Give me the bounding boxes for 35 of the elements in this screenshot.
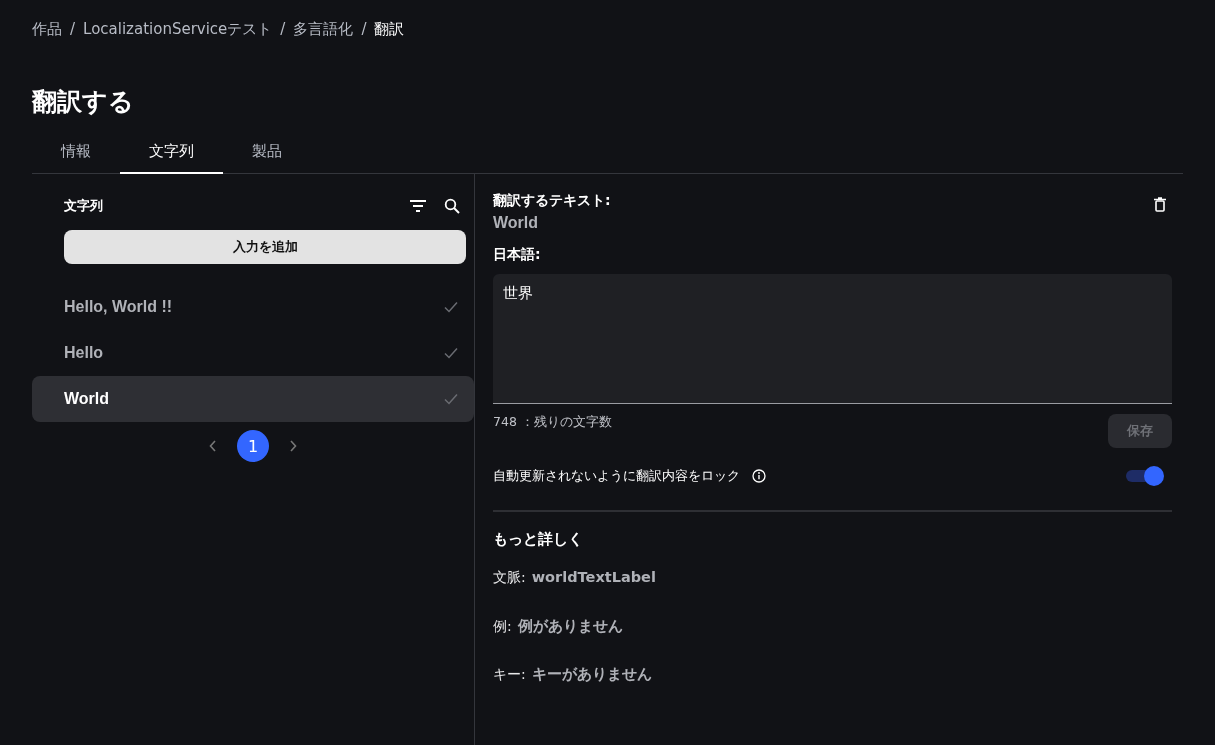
lock-toggle[interactable] xyxy=(1126,466,1164,486)
string-label: Hello, World !! xyxy=(64,298,173,316)
page-title: 翻訳する xyxy=(32,86,135,118)
panel-title: 文字列 xyxy=(64,197,103,215)
string-list-item[interactable]: World xyxy=(32,376,474,422)
string-list-item[interactable]: Hello, World !! xyxy=(32,284,474,330)
detail-label: 例: xyxy=(493,618,512,636)
info-icon xyxy=(752,469,766,483)
breadcrumb-separator: / xyxy=(361,20,367,38)
source-text: World xyxy=(493,214,540,232)
source-label: 翻訳するテキスト: xyxy=(493,192,611,210)
breadcrumb-separator: / xyxy=(70,20,76,38)
detail-value: worldTextLabel xyxy=(531,569,656,585)
section-title: もっと詳しく xyxy=(493,530,584,549)
detail-label: キー: xyxy=(493,666,526,684)
detail-value: キーがありません xyxy=(531,665,652,684)
detail-label: 文脈: xyxy=(493,569,526,587)
lock-label: 自動更新されないように翻訳内容をロック xyxy=(493,467,740,485)
string-list-item[interactable]: Hello xyxy=(32,330,474,376)
page-button[interactable]: 1 xyxy=(237,430,269,462)
tab[interactable]: 文字列 xyxy=(120,132,223,174)
remaining-characters: 748 ：残りの文字数 xyxy=(493,414,612,431)
translation-field[interactable]: 世界 xyxy=(493,274,1172,404)
breadcrumb-link[interactable]: 作品 xyxy=(32,19,62,39)
string-label: World xyxy=(64,390,110,408)
detail-value: 例がありません xyxy=(517,617,623,636)
add-entry-button[interactable]: 入力を追加 xyxy=(64,230,466,264)
string-label: Hello xyxy=(64,344,104,362)
breadcrumb-link[interactable]: 多言語化 xyxy=(293,19,354,39)
breadcrumb-separator: / xyxy=(280,20,286,38)
breadcrumb-link[interactable]: LocalizationServiceテスト xyxy=(83,19,273,39)
target-language-label: 日本語: xyxy=(493,246,542,264)
tab[interactable]: 製品 xyxy=(223,132,311,174)
breadcrumb-link[interactable]: 翻訳 xyxy=(374,19,405,39)
tab[interactable]: 情報 xyxy=(32,132,120,174)
